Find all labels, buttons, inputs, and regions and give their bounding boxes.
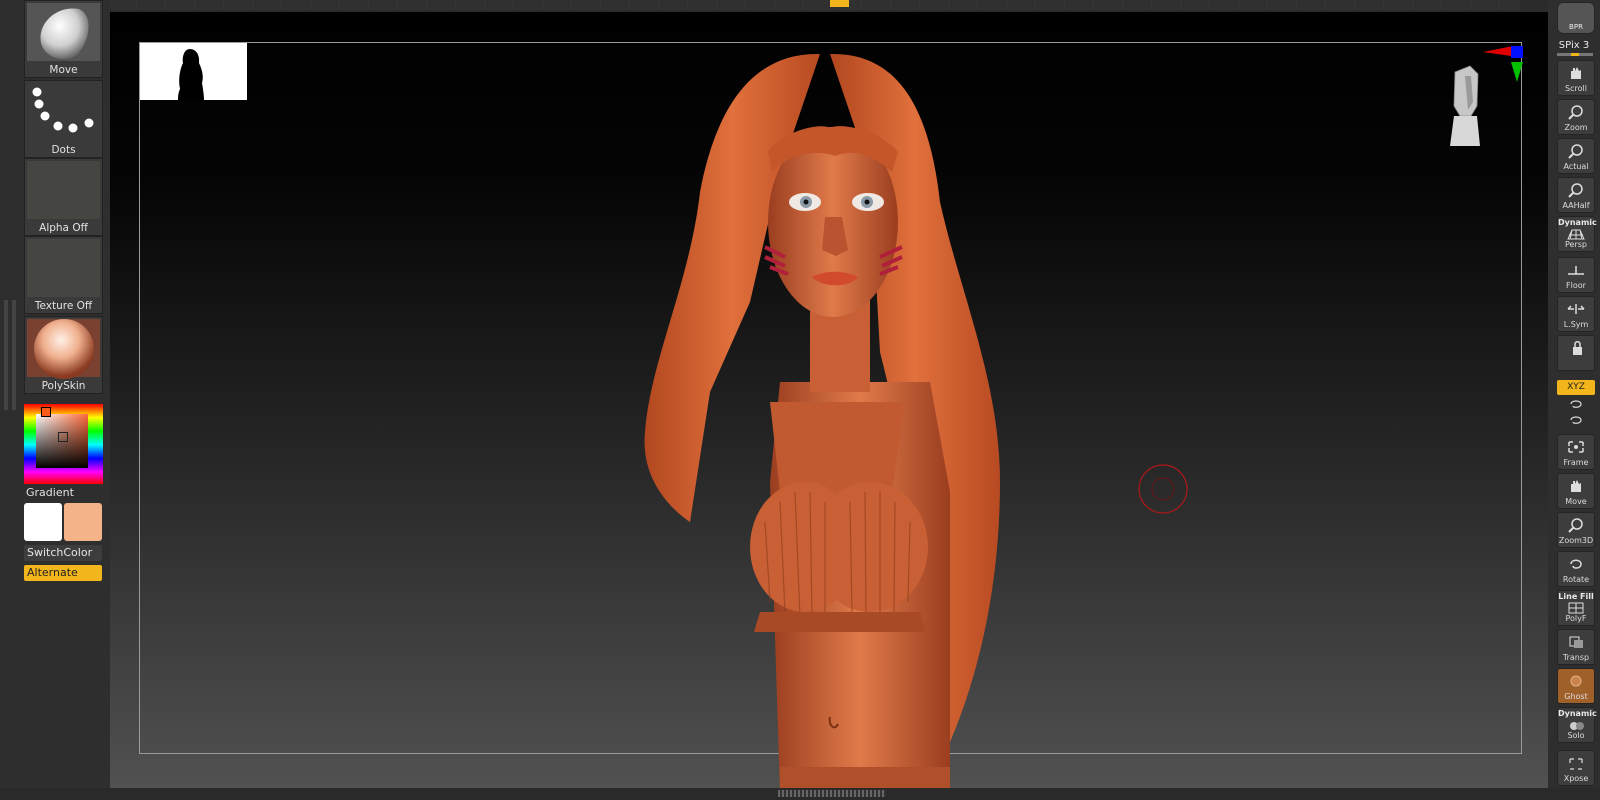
aahalf-label: AAHalf (1562, 201, 1590, 210)
move-view-button[interactable]: Move (1557, 473, 1595, 509)
lsym-label: L.Sym (1563, 320, 1589, 329)
aahalf-button[interactable]: AAHalf (1557, 177, 1595, 213)
bottom-tray (0, 788, 1600, 800)
alternate-button[interactable]: Alternate (24, 565, 102, 581)
solo-top-label: Dynamic (1558, 709, 1597, 718)
rotate-button[interactable]: Rotate (1557, 551, 1595, 587)
solo-button[interactable]: Dynamic Solo (1557, 707, 1597, 743)
actual-button[interactable]: Actual (1557, 138, 1595, 174)
ghost-button[interactable]: Ghost (1557, 668, 1595, 704)
zoom-button[interactable]: Zoom (1557, 99, 1595, 135)
zoom3d-button[interactable]: Zoom3D (1557, 512, 1595, 548)
persp-label: Persp (1565, 240, 1587, 249)
xyz-rotate-button[interactable]: XYZ (1557, 380, 1595, 395)
transparency-icon (1569, 636, 1583, 648)
spix-slider-knob[interactable] (1571, 53, 1579, 56)
tray-handle[interactable] (778, 790, 886, 797)
persp-button[interactable]: Dynamic Persp (1557, 216, 1597, 252)
magnifier-icon (1568, 105, 1583, 120)
shelf-grip[interactable] (12, 300, 16, 410)
solo-label: Solo (1567, 731, 1585, 740)
perspective-grid-icon (1567, 229, 1585, 240)
brush-label: Move (49, 64, 78, 76)
top-shelf-strip (108, 0, 1520, 10)
polyf-label: PolyF (1565, 614, 1587, 623)
stroke-label: Dots (51, 144, 76, 156)
frame-icon (1568, 441, 1584, 453)
xpose-button[interactable]: Xpose (1557, 750, 1595, 786)
floor-label: Floor (1566, 281, 1586, 290)
frame-button[interactable]: Frame (1557, 434, 1595, 470)
polyf-top-label: Line Fill (1558, 592, 1594, 601)
bpr-label: BPR (1569, 23, 1583, 31)
shelf-position-marker[interactable] (830, 0, 849, 7)
gradient-label: Gradient (26, 486, 74, 499)
transp-label: Transp (1562, 653, 1590, 662)
color-picker[interactable] (24, 404, 103, 484)
alpha-label: Alpha Off (39, 222, 88, 234)
material-polyskin-icon (27, 319, 100, 379)
local-symmetry-button[interactable]: L.Sym (1557, 296, 1595, 332)
spix-label[interactable]: SPix 3 (1548, 40, 1600, 51)
brush-move-icon (27, 3, 100, 61)
zoom-label: Zoom (1564, 123, 1588, 132)
document-canvas[interactable] (110, 12, 1548, 792)
alpha-empty-icon (27, 161, 100, 219)
magnifier-icon (1568, 144, 1583, 159)
bpr-render-button[interactable]: BPR (1557, 2, 1595, 34)
alpha-slot[interactable]: Alpha Off (24, 158, 103, 236)
frame-label: Frame (1563, 458, 1589, 467)
symmetry-icon (1567, 304, 1585, 314)
zoom3d-label: Zoom3D (1558, 536, 1594, 545)
hue-knob[interactable] (41, 407, 51, 417)
material-slot[interactable]: PolySkin (24, 316, 103, 394)
hand-move-icon (1571, 480, 1581, 492)
secondary-color-swatch[interactable] (64, 503, 102, 541)
head-navigation-icon[interactable] (1440, 62, 1490, 154)
rotate-label: Rotate (1562, 575, 1590, 584)
actual-label: Actual (1563, 162, 1589, 171)
shelf-grip[interactable] (4, 300, 8, 410)
sculpt-model[interactable] (630, 52, 1050, 792)
magnifier-icon (1568, 183, 1583, 198)
lock-camera-button[interactable] (1557, 335, 1595, 371)
transp-button[interactable]: Transp (1557, 629, 1595, 665)
rotate-z-icon[interactable] (1567, 414, 1585, 426)
floor-button[interactable]: Floor (1557, 257, 1595, 293)
texture-slot[interactable]: Texture Off (24, 236, 103, 314)
xpose-icon (1569, 758, 1583, 770)
hand-scroll-icon (1571, 67, 1581, 79)
color-knob[interactable] (58, 432, 68, 442)
stroke-dots-icon (27, 83, 100, 141)
persp-top-label: Dynamic (1558, 218, 1597, 227)
brush-cursor-icon (1138, 464, 1188, 514)
texture-label: Texture Off (34, 300, 93, 312)
switch-color-button[interactable]: SwitchColor (24, 545, 102, 561)
scroll-label: Scroll (1565, 84, 1587, 93)
silhouette-thumbnail[interactable] (140, 43, 247, 100)
rotate-y-icon[interactable] (1567, 398, 1585, 410)
main-color-swatch[interactable] (24, 503, 62, 541)
stroke-slot[interactable]: Dots (24, 80, 103, 158)
floor-grid-icon (1568, 266, 1584, 275)
polyframe-button[interactable]: Line Fill PolyF (1557, 590, 1595, 626)
xpose-label: Xpose (1563, 774, 1589, 783)
spix-slider[interactable] (1557, 53, 1593, 56)
material-label: PolySkin (41, 380, 86, 392)
right-shelf: BPR SPix 3 Scroll Zoom Actual AAHalf Dyn… (1548, 0, 1600, 800)
texture-empty-icon (27, 239, 100, 297)
move-label: Move (1565, 497, 1587, 506)
brush-slot[interactable]: Move (24, 0, 103, 78)
rotate-icon (1570, 559, 1582, 569)
lock-camera-icon (1573, 341, 1582, 355)
left-shelf: Move Dots Alpha Off Texture Off PolySkin… (0, 0, 110, 800)
polyframe-grid-icon (1568, 602, 1584, 614)
ghost-label: Ghost (1564, 692, 1588, 701)
ghost-icon (1570, 675, 1582, 687)
magnifier-icon (1568, 518, 1583, 533)
scroll-button[interactable]: Scroll (1557, 60, 1595, 96)
